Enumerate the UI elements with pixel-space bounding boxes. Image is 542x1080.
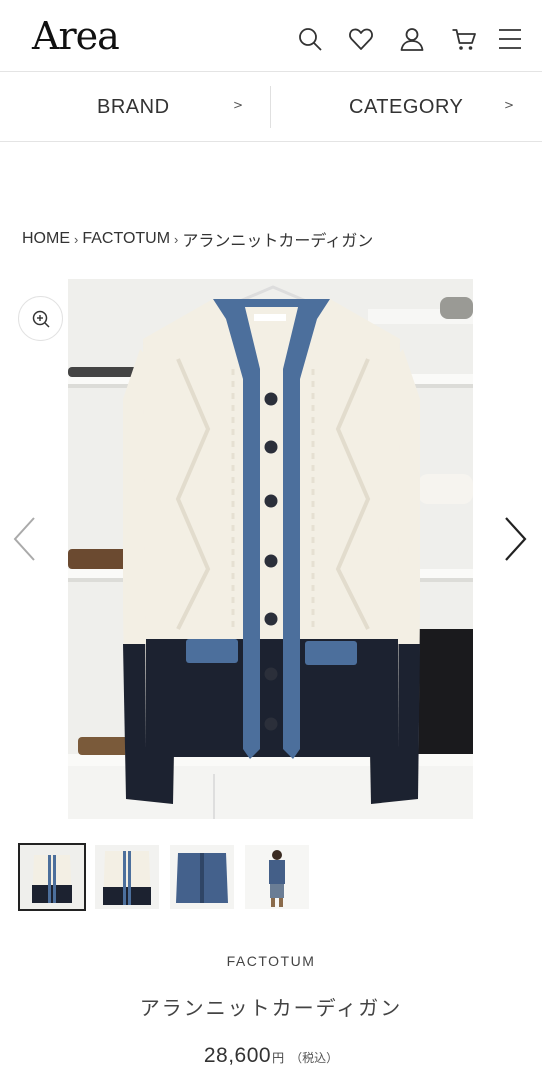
thumbnail-2[interactable] xyxy=(95,845,159,909)
nav-category[interactable]: CATEGORY > xyxy=(271,72,542,142)
thumbnail-3[interactable] xyxy=(170,845,234,909)
product-main-image[interactable] xyxy=(68,279,473,819)
breadcrumb-separator: › xyxy=(74,231,79,247)
product-price: 28,600 xyxy=(203,1044,272,1067)
breadcrumb-brand[interactable]: FACTOTUM xyxy=(82,230,170,247)
product-brand[interactable]: FACTOTUM xyxy=(0,953,542,969)
breadcrumb: HOME › FACTOTUM › アランニットカーディガン xyxy=(22,227,373,251)
nav-brand[interactable]: BRAND > xyxy=(0,72,270,142)
next-image-button[interactable] xyxy=(500,515,530,563)
tax-note: （税込） xyxy=(290,1051,339,1065)
zoom-in-button[interactable] xyxy=(18,296,63,341)
search-icon[interactable] xyxy=(297,26,323,52)
zoom-in-icon xyxy=(32,310,50,328)
product-price-row: 28,600円 （税込） xyxy=(0,1044,542,1068)
thumbnail-1[interactable] xyxy=(18,843,86,911)
cart-icon[interactable] xyxy=(451,26,477,52)
menu-icon[interactable] xyxy=(497,26,523,52)
user-icon[interactable] xyxy=(399,26,425,52)
chevron-right-icon: > xyxy=(504,98,515,112)
currency-label: 円 xyxy=(272,1051,285,1065)
breadcrumb-separator: › xyxy=(174,231,179,247)
breadcrumb-current: アランニットカーディガン xyxy=(182,233,374,250)
cardigan-photo xyxy=(68,279,473,819)
product-title: アランニットカーディガン xyxy=(139,996,403,1020)
chevron-right-icon: > xyxy=(233,98,244,112)
heart-icon[interactable] xyxy=(348,26,374,52)
thumbnail-4[interactable] xyxy=(245,845,309,909)
site-logo[interactable]: Area xyxy=(32,14,120,58)
breadcrumb-home[interactable]: HOME xyxy=(22,230,70,247)
site-header: Area xyxy=(0,0,542,72)
chevron-left-icon xyxy=(13,517,35,561)
previous-image-button[interactable] xyxy=(10,515,40,563)
nav-brand-label: BRAND xyxy=(97,96,170,118)
nav-category-label: CATEGORY xyxy=(349,96,464,118)
chevron-right-icon xyxy=(505,517,527,561)
category-nav: BRAND > CATEGORY > xyxy=(0,72,542,142)
